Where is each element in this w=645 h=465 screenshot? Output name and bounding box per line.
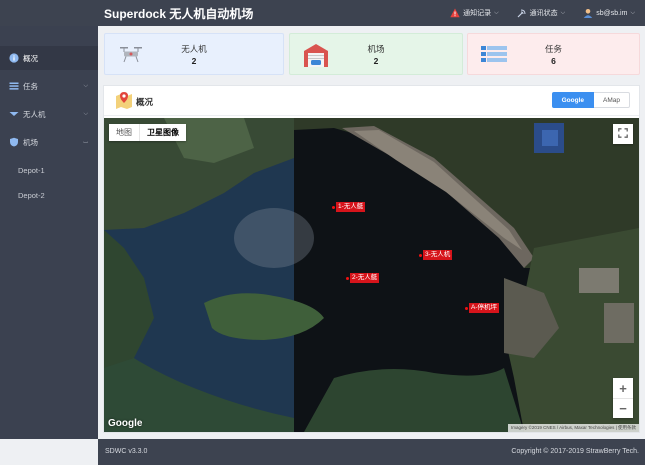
marker-label: 2-无人艇 bbox=[350, 273, 380, 283]
satellite-map[interactable]: 地图 卫星图像 1-无人艇 3-无人机 2-无人艇 A-停机坪 + − Goog… bbox=[104, 118, 639, 432]
top-nav: 通知记录 ⌵ 通讯状态 ⌵ sb@sb.im ⌵ bbox=[450, 0, 635, 26]
marker-dot bbox=[332, 205, 335, 209]
warning-icon bbox=[450, 8, 460, 18]
chevron-down-icon: ⌵ bbox=[560, 9, 566, 16]
sidebar-item-overview[interactable]: 概况 bbox=[0, 46, 98, 70]
overview-panel: 概况 Google AMap 地图 卫星图像 1-无人艇 3-无人机 2-无人艇… bbox=[103, 85, 640, 433]
sidebar-item-drones[interactable]: 无人机 ⌵ bbox=[0, 102, 98, 126]
zoom-out-button[interactable]: − bbox=[613, 398, 633, 418]
chevron-down-icon: ⌵ bbox=[83, 82, 88, 89]
map-provider-toggle: Google AMap bbox=[551, 92, 630, 108]
marker-label: A-停机坪 bbox=[469, 303, 499, 313]
map-marker-landing-pad-a[interactable]: A-停机坪 bbox=[465, 303, 499, 313]
marker-label: 1-无人艇 bbox=[336, 202, 366, 212]
list-icon bbox=[9, 81, 19, 91]
map-type-control: 地图 卫星图像 bbox=[109, 124, 186, 141]
sidebar-subitem-depot-2[interactable]: Depot-2 bbox=[0, 184, 98, 206]
map-type-roadmap-button[interactable]: 地图 bbox=[109, 124, 139, 141]
chevron-down-icon: ⌵ bbox=[83, 110, 88, 117]
stat-card-tasks: 任务 6 bbox=[467, 33, 640, 75]
notification-menu[interactable]: 通知记录 ⌵ bbox=[450, 8, 499, 18]
marker-label: 3-无人机 bbox=[423, 250, 453, 260]
map-pin-icon bbox=[115, 90, 133, 110]
version-label: SDWC v3.3.0 bbox=[105, 448, 148, 455]
stat-card-drones: 无人机 2 bbox=[104, 33, 284, 75]
stat-label: 机场 bbox=[367, 44, 385, 54]
notification-label: 通知记录 bbox=[463, 10, 492, 17]
comm-status-menu[interactable]: 通讯状态 ⌵ bbox=[517, 8, 566, 18]
stat-label: 无人机 bbox=[181, 44, 207, 54]
app-title: Superdock 无人机自动机场 bbox=[104, 7, 254, 21]
user-icon bbox=[583, 8, 593, 18]
fullscreen-button[interactable] bbox=[613, 124, 633, 144]
map-attribution[interactable]: Imagery ©2019 CNES / Airbus, Maxar Techn… bbox=[508, 424, 639, 432]
sidebar-item-label: 无人机 bbox=[23, 109, 46, 119]
sidebar: 概况 任务 ⌵ 无人机 ⌵ 机场 ⌴ Depot-1 Depot-2 bbox=[0, 26, 98, 439]
google-provider-button[interactable]: Google bbox=[551, 92, 595, 108]
chevron-up-icon: ⌴ bbox=[83, 138, 88, 145]
sidebar-item-tasks[interactable]: 任务 ⌵ bbox=[0, 74, 98, 98]
stat-value: 6 bbox=[551, 56, 556, 66]
top-header: Superdock 无人机自动机场 通知记录 ⌵ 通讯状态 ⌵ sb@sb.im… bbox=[0, 0, 645, 26]
map-type-satellite-button[interactable]: 卫星图像 bbox=[139, 124, 186, 141]
footer: SDWC v3.3.0 Copyright © 2017-2019 StrawB… bbox=[98, 439, 645, 465]
zoom-control: + − bbox=[613, 378, 633, 418]
sidebar-item-label: 机场 bbox=[23, 137, 38, 147]
sidebar-item-depots[interactable]: 机场 ⌴ bbox=[0, 130, 98, 154]
google-logo: Google bbox=[108, 418, 143, 429]
plane-icon bbox=[9, 109, 19, 119]
info-icon bbox=[9, 53, 19, 63]
panel-header: 概况 Google AMap bbox=[104, 86, 639, 116]
fullscreen-icon bbox=[618, 128, 628, 140]
stat-value: 2 bbox=[373, 56, 379, 66]
map-marker-boat-2[interactable]: 2-无人艇 bbox=[346, 273, 380, 283]
user-email: sb@sb.im bbox=[596, 9, 628, 17]
copyright-label: Copyright © 2017-2019 StrawBerry Tech. bbox=[511, 448, 639, 455]
antenna-icon bbox=[517, 8, 527, 18]
shield-icon bbox=[9, 137, 19, 147]
sidebar-item-label: 任务 bbox=[23, 81, 38, 91]
sidebar-item-label: 概况 bbox=[23, 53, 38, 63]
amap-provider-button[interactable]: AMap bbox=[594, 92, 630, 108]
sidebar-subitem-depot-1[interactable]: Depot-1 bbox=[0, 159, 98, 181]
comm-status-label: 通讯状态 bbox=[529, 10, 558, 17]
zoom-in-button[interactable]: + bbox=[613, 378, 633, 398]
stat-card-depots: 机场 2 bbox=[289, 33, 463, 75]
marker-dot bbox=[419, 253, 422, 257]
user-menu[interactable]: sb@sb.im ⌵ bbox=[583, 8, 635, 18]
marker-dot bbox=[465, 306, 468, 310]
panel-title: 概况 bbox=[136, 97, 154, 107]
chevron-down-icon: ⌵ bbox=[494, 9, 499, 16]
map-marker-boat-1[interactable]: 1-无人艇 bbox=[332, 202, 366, 212]
stat-value: 2 bbox=[191, 56, 197, 66]
chevron-down-icon: ⌵ bbox=[630, 9, 635, 16]
stat-label: 任务 bbox=[544, 44, 562, 54]
marker-dot bbox=[346, 276, 349, 280]
map-marker-drone-3[interactable]: 3-无人机 bbox=[419, 250, 453, 260]
